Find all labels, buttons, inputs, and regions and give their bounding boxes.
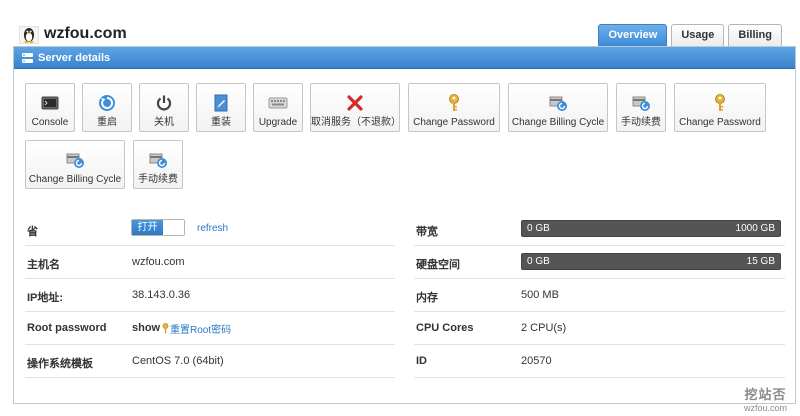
action-label: Change Password [679, 117, 761, 128]
reset-root-password-label: 重置Root密码 [170, 325, 232, 336]
console-button[interactable]: Console [25, 83, 75, 132]
action-label: 重启 [97, 117, 117, 128]
action-label: 手动续费 [621, 117, 661, 128]
header: wzfou.com Overview Usage Billing [0, 0, 800, 46]
cpu-row: CPU Cores 2 CPU(s) [414, 312, 785, 345]
site-title: wzfou.com [44, 25, 127, 42]
disk-label: 硬盘空间 [416, 259, 460, 271]
action-label: Change Billing Cycle [511, 117, 605, 128]
cancel-service-button[interactable]: 取消服务（不退款） [310, 83, 401, 132]
key-icon [162, 323, 169, 334]
province-label: 省 [27, 226, 38, 238]
tab-overview[interactable]: Overview [598, 24, 668, 46]
bandwidth-bar: 0 GB 1000 GB [521, 220, 781, 237]
manual-renew-button-2[interactable]: 手动续费 [133, 140, 183, 189]
memory-row: 内存 500 MB [414, 279, 785, 312]
watermark: 挖站否 wzfou.com [744, 384, 787, 413]
change-password-button[interactable]: Change Password [408, 83, 500, 132]
restart-button[interactable]: 重启 [82, 83, 132, 132]
bandwidth-total: 1000 GB [735, 223, 775, 234]
action-label: Change Billing Cycle [28, 174, 122, 185]
server-details-panel: Server details Console 重启 关机 重装 Upgrade … [13, 46, 796, 404]
watermark-en: wzfou.com [743, 403, 787, 413]
disk-row: 硬盘空间 0 GB 15 GB [414, 246, 785, 279]
toggle-on-label: 打开 [132, 220, 163, 235]
panel-title: Server details [38, 51, 111, 64]
action-label: Change Password [413, 117, 495, 128]
change-billing-cycle-button-2[interactable]: Change Billing Cycle [25, 140, 125, 189]
cpu-label: CPU Cores [416, 322, 474, 334]
reset-root-password-link[interactable]: 重置Root密码 [161, 321, 231, 336]
refresh-link[interactable]: refresh [197, 223, 228, 234]
disk-total: 15 GB [746, 256, 775, 267]
action-label: Upgrade [258, 117, 298, 128]
os-label: 操作系统模板 [27, 358, 93, 370]
show-password-link[interactable]: show [132, 322, 160, 334]
disk-used: 0 GB [527, 256, 550, 267]
hostname-value: wzfou.com [132, 256, 185, 268]
restart-icon [99, 95, 115, 111]
tab-billing[interactable]: Billing [728, 24, 782, 46]
change-password-button-2[interactable]: Change Password [674, 83, 766, 132]
hostname-label: 主机名 [27, 259, 60, 271]
renew-icon [632, 96, 650, 111]
cancel-icon [347, 95, 363, 111]
action-label: Console [31, 117, 69, 128]
bandwidth-row: 带宽 0 GB 1000 GB [414, 213, 785, 246]
upgrade-button[interactable]: Upgrade [253, 83, 303, 132]
panel-header: Server details [14, 47, 795, 69]
server-icon [22, 52, 33, 63]
cpu-value: 2 CPU(s) [521, 322, 567, 334]
action-label: 关机 [154, 117, 174, 128]
os-row: 操作系统模板 CentOS 7.0 (64bit) [25, 345, 395, 378]
tux-icon [19, 26, 39, 44]
root-password-row: Root password show 重置Root密码 [25, 312, 395, 345]
manual-renew-button[interactable]: 手动续费 [616, 83, 666, 132]
bandwidth-label: 带宽 [416, 226, 438, 238]
hostname-row: 主机名 wzfou.com [25, 246, 395, 279]
change-billing-cycle-button[interactable]: Change Billing Cycle [508, 83, 608, 132]
memory-label: 内存 [416, 292, 438, 304]
province-toggle[interactable]: 打开 [131, 219, 185, 236]
ip-value: 38.143.0.36 [132, 289, 191, 301]
shutdown-button[interactable]: 关机 [139, 83, 189, 132]
id-row: ID 20570 [414, 345, 785, 378]
reinstall-icon [214, 94, 228, 112]
key-icon [449, 94, 459, 111]
reinstall-button[interactable]: 重装 [196, 83, 246, 132]
id-value: 20570 [521, 355, 552, 367]
action-label: 重装 [211, 117, 231, 128]
ip-row: IP地址: 38.143.0.36 [25, 279, 395, 312]
root-password-label: Root password [27, 322, 107, 334]
action-label: 手动续费 [138, 174, 178, 185]
action-label: 取消服务（不退款） [311, 117, 401, 128]
power-icon [156, 95, 172, 111]
id-label: ID [416, 355, 427, 367]
terminal-icon [41, 96, 59, 110]
bandwidth-used: 0 GB [527, 223, 550, 234]
billing-cycle-icon [66, 153, 84, 168]
tab-usage[interactable]: Usage [671, 24, 725, 46]
tab-bar: Overview Usage Billing [598, 24, 782, 46]
disk-bar: 0 GB 15 GB [521, 253, 781, 270]
keyboard-icon [268, 97, 288, 109]
province-row: 省 打开 refresh [25, 213, 395, 246]
key-icon [715, 94, 725, 111]
memory-value: 500 MB [521, 289, 559, 301]
os-value: CentOS 7.0 (64bit) [132, 355, 224, 367]
watermark-cn: 挖站否 [744, 387, 787, 402]
billing-cycle-icon [549, 96, 567, 111]
renew-icon [149, 153, 167, 168]
ip-label: IP地址: [27, 292, 64, 304]
